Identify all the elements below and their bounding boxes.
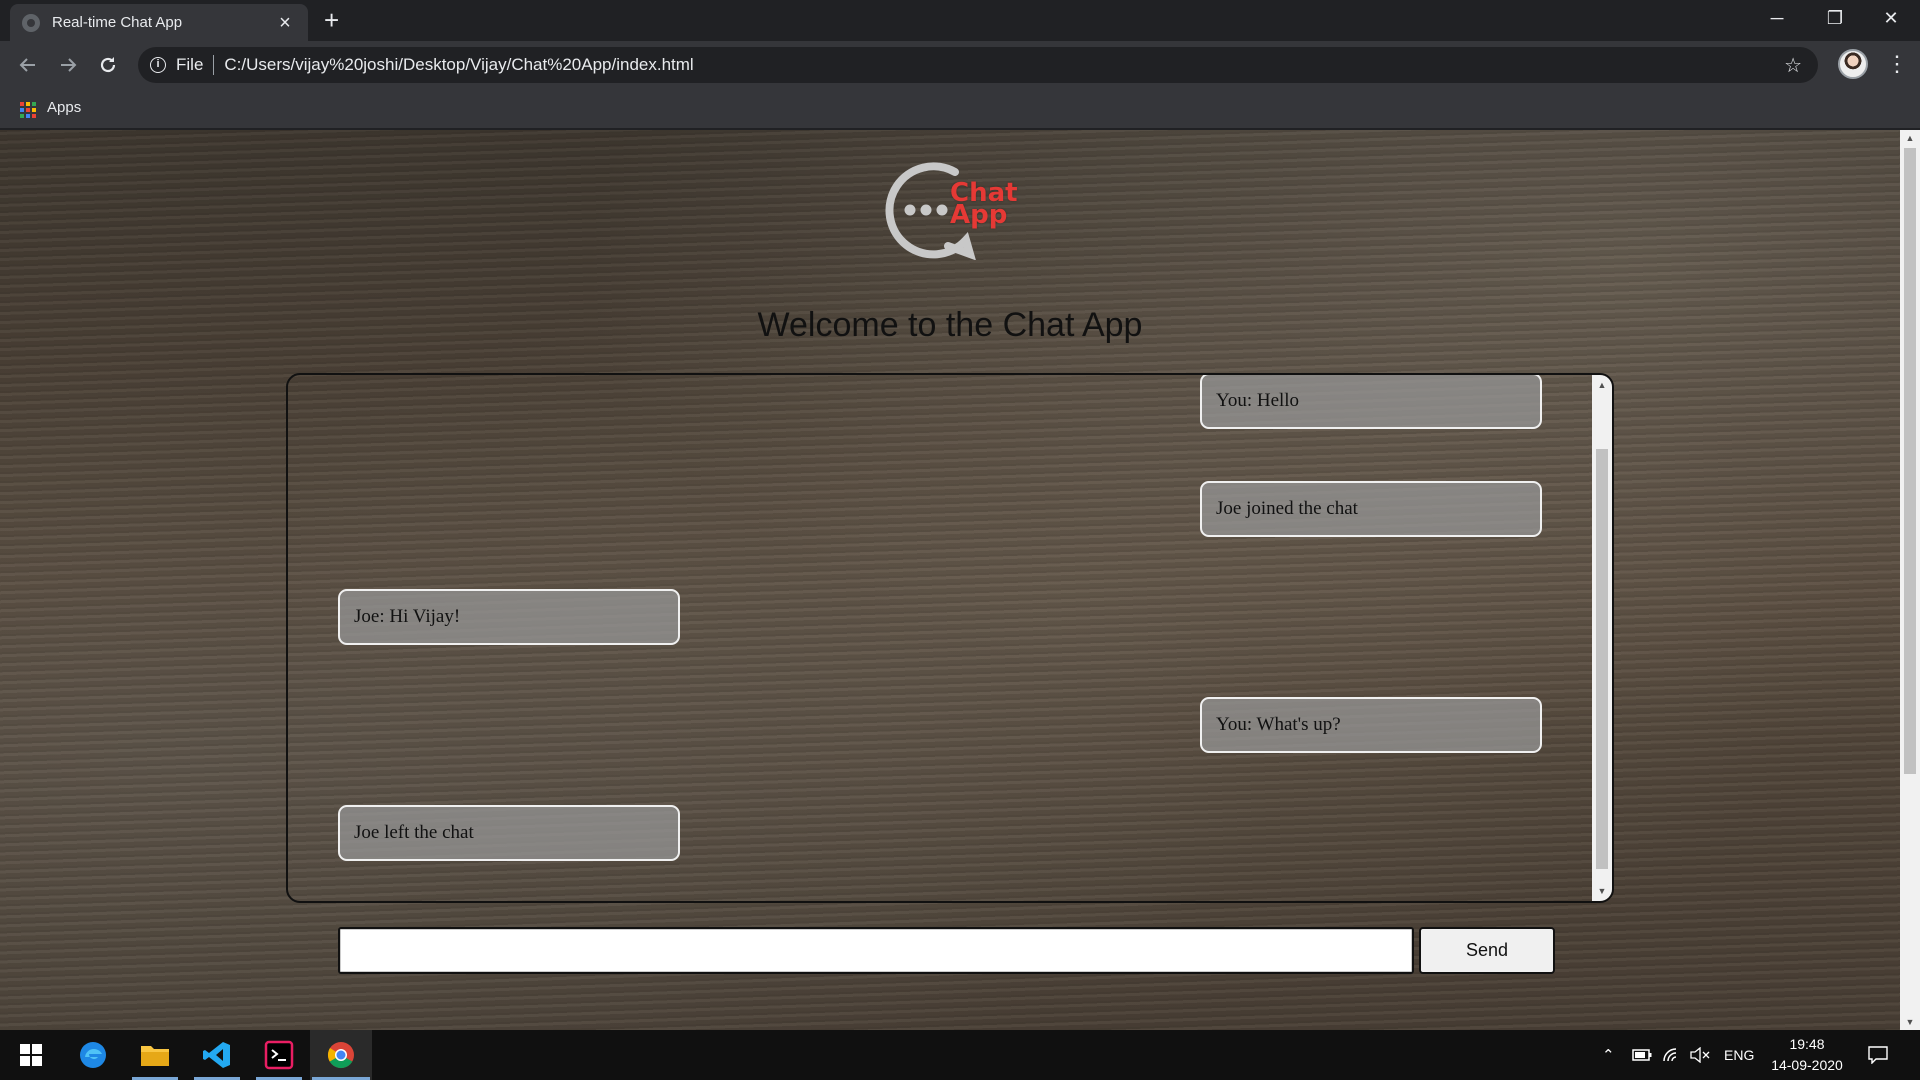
profile-avatar[interactable]: [1838, 49, 1868, 79]
page-title: Welcome to the Chat App: [757, 306, 1143, 344]
chat-scroll-thumb[interactable]: [1596, 449, 1608, 869]
message-text: Joe left the chat: [354, 822, 474, 843]
page-scroll-down-icon[interactable]: ▼: [1900, 1014, 1920, 1030]
message-text: Joe joined the chat: [1216, 498, 1358, 519]
windows-start-icon[interactable]: [0, 1030, 62, 1080]
vscode-icon[interactable]: [186, 1030, 248, 1080]
new-tab-button[interactable]: +: [324, 7, 339, 33]
wifi-icon[interactable]: [1662, 1030, 1680, 1080]
chrome-icon[interactable]: [310, 1030, 372, 1080]
site-info-icon[interactable]: i: [150, 57, 166, 73]
message-bubble: You: What's up?: [1200, 697, 1542, 753]
browser-tab[interactable]: Real-time Chat App ×: [10, 4, 308, 41]
battery-icon[interactable]: [1632, 1030, 1652, 1080]
notification-center-icon[interactable]: [1868, 1030, 1888, 1080]
message-bubble: Joe left the chat: [338, 805, 680, 861]
message-text: You: What's up?: [1216, 714, 1341, 735]
taskbar: ⌃ ENG 19:48 14-09-2020: [0, 1030, 1920, 1080]
browser-menu-icon[interactable]: ⋮: [1886, 51, 1908, 77]
message-bubble: Joe joined the chat: [1200, 481, 1542, 537]
bookmark-apps[interactable]: Apps: [47, 99, 81, 116]
message-text: You: Hello: [1216, 390, 1300, 411]
file-explorer-icon[interactable]: [124, 1030, 186, 1080]
restore-button[interactable]: ❐: [1806, 0, 1864, 36]
page-scroll-up-icon[interactable]: ▲: [1900, 130, 1920, 146]
tab-strip: Real-time Chat App × + ─ ❐ ✕: [0, 0, 1920, 41]
chat-scrollbar[interactable]: ▲ ▼: [1592, 375, 1612, 901]
logo-text: Chat App: [950, 180, 1018, 228]
scheme-label: File: [176, 55, 204, 74]
reload-icon[interactable]: [94, 51, 122, 79]
minimize-button[interactable]: ─: [1748, 0, 1806, 36]
back-arrow-icon[interactable]: [14, 51, 42, 79]
message-bubble: You: Hello: [1200, 375, 1542, 429]
system-clock[interactable]: 19:48 14-09-2020: [1762, 1034, 1852, 1076]
page-viewport: Chat App Welcome to the Chat App You: He…: [0, 130, 1900, 1030]
url-text[interactable]: C:/Users/vijay%20joshi/Desktop/Vijay/Cha…: [224, 55, 693, 75]
clock-date: 14-09-2020: [1771, 1057, 1843, 1073]
clock-time: 19:48: [1789, 1036, 1825, 1052]
page-scroll-thumb[interactable]: [1904, 148, 1916, 774]
message-bubble: Joe: Hi Vijay!: [338, 589, 680, 645]
send-button[interactable]: Send: [1419, 927, 1555, 974]
volume-muted-icon[interactable]: [1690, 1030, 1710, 1080]
message-text: Joe: Hi Vijay!: [354, 606, 461, 627]
terminal-icon[interactable]: [248, 1030, 310, 1080]
page-scrollbar[interactable]: ▲ ▼: [1900, 130, 1920, 1030]
address-bar[interactable]: i File C:/Users/vijay%20joshi/Desktop/Vi…: [138, 47, 1818, 83]
tab-close-icon[interactable]: ×: [274, 12, 296, 34]
tray-chevron-icon[interactable]: ⌃: [1602, 1030, 1615, 1080]
forward-arrow-icon[interactable]: [54, 51, 82, 79]
apps-grid-icon[interactable]: [20, 102, 36, 118]
bookmark-star-icon[interactable]: ☆: [1784, 53, 1802, 78]
tab-favicon-icon: [22, 13, 40, 32]
browser-toolbar: i File C:/Users/vijay%20joshi/Desktop/Vi…: [0, 41, 1920, 89]
scroll-up-icon[interactable]: ▲: [1592, 377, 1612, 393]
message-container[interactable]: You: Hello Joe joined the chat Joe: Hi V…: [286, 373, 1614, 903]
message-input[interactable]: [338, 927, 1414, 974]
scroll-down-icon[interactable]: ▼: [1592, 883, 1612, 899]
window-close-button[interactable]: ✕: [1862, 0, 1920, 36]
omnibox-divider: [213, 55, 215, 75]
edge-icon[interactable]: [62, 1030, 124, 1080]
bookmarks-bar: Apps: [0, 89, 1920, 129]
language-indicator[interactable]: ENG: [1724, 1030, 1754, 1080]
tab-title: Real-time Chat App: [52, 14, 183, 31]
